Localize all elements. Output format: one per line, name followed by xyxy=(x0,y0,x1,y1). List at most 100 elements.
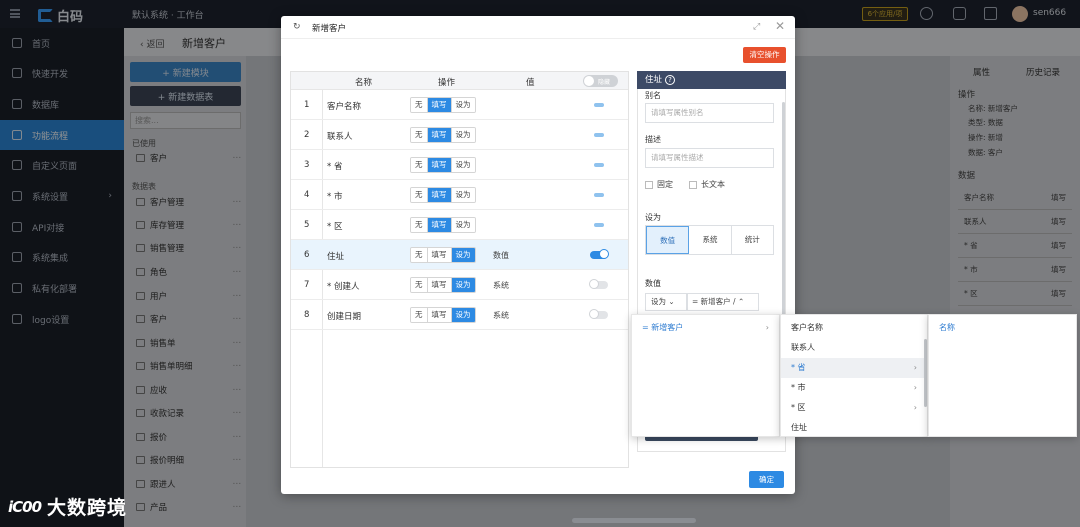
table-row[interactable]: 1 客户名称 无填写 设为 xyxy=(291,90,628,120)
setto-options: 数值 系统 统计 xyxy=(645,225,774,255)
op-segment[interactable]: 无填写 设为 xyxy=(410,217,476,233)
field-name: 创建日期 xyxy=(327,312,362,322)
field-value: 系统 xyxy=(493,311,509,320)
op-set[interactable]: 设为 xyxy=(451,188,475,202)
op-set[interactable]: 设为 xyxy=(451,158,475,172)
cascade-option-selected[interactable]: * 省 › xyxy=(781,358,927,378)
op-set[interactable]: 设为 xyxy=(451,278,475,292)
op-fill[interactable]: 填写 xyxy=(427,98,452,112)
cascade-scrollbar[interactable] xyxy=(924,339,927,407)
row-switch[interactable] xyxy=(590,249,609,259)
cascade-option[interactable]: 客户名称 xyxy=(781,318,927,338)
op-set[interactable]: 设为 xyxy=(451,218,475,232)
field-name: * 省 xyxy=(327,162,343,172)
op-segment[interactable]: 无填写 设为 xyxy=(410,157,476,173)
row-switch[interactable] xyxy=(589,279,608,289)
hide-toggle[interactable]: 隐藏 xyxy=(583,75,618,87)
field-name: * 市 xyxy=(327,192,343,202)
op-fill[interactable]: 填写 xyxy=(427,308,452,322)
table-row[interactable]: 2 联系人 无填写 设为 xyxy=(291,120,628,150)
expand-icon[interactable]: ⤢ xyxy=(753,22,760,32)
op-segment[interactable]: 无填写 设为 xyxy=(410,247,476,263)
value-path-select[interactable]: = 新增客户 / ⌃ xyxy=(687,293,759,311)
row-index: 8 xyxy=(304,310,310,320)
setto-stat[interactable]: 统计 xyxy=(732,226,773,254)
desc-input[interactable]: 请填写属性描述 xyxy=(645,148,774,168)
refresh-icon[interactable]: ↻ xyxy=(293,22,301,32)
row-index: 5 xyxy=(304,220,310,230)
op-set[interactable]: 设为 xyxy=(451,98,475,112)
row-switch[interactable] xyxy=(594,223,604,227)
value-mode-select[interactable]: 设为 ⌄ xyxy=(645,293,687,311)
row-index: 3 xyxy=(304,160,310,170)
help-icon[interactable]: ? xyxy=(665,75,676,85)
op-segment[interactable]: 无填写 设为 xyxy=(410,307,476,323)
col-name: 名称 xyxy=(355,78,373,88)
field-name: * 区 xyxy=(327,222,343,232)
op-segment[interactable]: 无填写 设为 xyxy=(410,97,476,113)
cascade-option[interactable]: * 市 › xyxy=(781,378,927,398)
op-segment[interactable]: 无填写 设为 xyxy=(410,187,476,203)
op-none[interactable]: 无 xyxy=(411,188,428,202)
desc-label: 描述 xyxy=(645,135,661,144)
cascade-column-1: = 新增客户 › xyxy=(631,314,780,437)
op-none[interactable]: 无 xyxy=(411,278,428,292)
cascade-option[interactable]: 联系人 xyxy=(781,338,927,358)
table-row[interactable]: 3 * 省 无填写 设为 xyxy=(291,150,628,180)
op-fill[interactable]: 填写 xyxy=(427,248,452,262)
row-index: 7 xyxy=(304,280,310,290)
clear-operations-button[interactable]: 清空操作 xyxy=(743,47,786,63)
confirm-button[interactable]: 确定 xyxy=(749,471,784,488)
cascade-column-2: 客户名称 联系人 * 省 › * 市 › * 区 › 住址 xyxy=(780,314,928,437)
longtext-checkbox[interactable]: 长文本 xyxy=(689,179,725,190)
op-fill[interactable]: 填写 xyxy=(427,278,452,292)
field-table: 名称 操作 值 隐藏 1 客户名称 无填写 设为 2 联系人 无填写 设为 3 * … xyxy=(290,71,629,468)
op-set[interactable]: 设为 xyxy=(451,248,475,262)
fixed-checkbox[interactable]: 固定 xyxy=(645,179,673,190)
row-switch[interactable] xyxy=(594,193,604,197)
row-switch[interactable] xyxy=(594,163,604,167)
op-segment[interactable]: 无填写 设为 xyxy=(410,277,476,293)
op-fill[interactable]: 填写 xyxy=(427,158,452,172)
op-segment[interactable]: 无填写 设为 xyxy=(410,127,476,143)
chevron-right-icon: › xyxy=(913,363,917,372)
field-value: 系统 xyxy=(493,281,509,290)
table-row[interactable]: 5 * 区 无填写 设为 xyxy=(291,210,628,240)
close-icon[interactable]: ✕ xyxy=(775,19,785,33)
cascade-option[interactable]: 住址 xyxy=(781,418,927,438)
op-none[interactable]: 无 xyxy=(411,248,428,262)
dialog-title: 新增客户 xyxy=(312,24,347,34)
op-none[interactable]: 无 xyxy=(411,158,428,172)
row-index: 1 xyxy=(304,100,310,110)
op-fill[interactable]: 填写 xyxy=(427,128,452,142)
op-set[interactable]: 设为 xyxy=(451,308,475,322)
row-switch[interactable] xyxy=(594,103,604,107)
row-index: 2 xyxy=(304,130,310,140)
op-set[interactable]: 设为 xyxy=(451,128,475,142)
op-fill[interactable]: 填写 xyxy=(427,218,452,232)
row-switch[interactable] xyxy=(594,133,604,137)
horizontal-scrollbar[interactable] xyxy=(572,518,696,523)
value-label: 数值 xyxy=(645,279,661,288)
cascade-option[interactable]: = 新增客户 › xyxy=(632,318,779,338)
col-value: 值 xyxy=(526,78,535,88)
alias-input[interactable]: 请填写属性别名 xyxy=(645,103,774,123)
op-fill[interactable]: 填写 xyxy=(427,188,452,202)
op-none[interactable]: 无 xyxy=(411,308,428,322)
cascade-option[interactable]: * 区 › xyxy=(781,398,927,418)
dialog-header: ↻ 新增客户 ⤢ ✕ xyxy=(281,16,795,39)
chevron-right-icon: › xyxy=(913,403,917,412)
op-none[interactable]: 无 xyxy=(411,218,428,232)
op-none[interactable]: 无 xyxy=(411,128,428,142)
field-name: * 创建人 xyxy=(327,282,360,292)
table-row[interactable]: 8 创建日期 无填写 设为 系统 xyxy=(291,300,628,330)
row-switch[interactable] xyxy=(589,309,608,319)
op-none[interactable]: 无 xyxy=(411,98,428,112)
field-name: 客户名称 xyxy=(327,102,362,112)
cascade-option[interactable]: 名称 xyxy=(929,318,1076,338)
table-row[interactable]: 4 * 市 无填写 设为 xyxy=(291,180,628,210)
table-row[interactable]: 7 * 创建人 无填写 设为 系统 xyxy=(291,270,628,300)
table-row-selected[interactable]: 6 住址 无填写 设为 数值 xyxy=(291,240,628,270)
setto-system[interactable]: 系统 xyxy=(689,226,732,254)
setto-value[interactable]: 数值 xyxy=(646,226,690,254)
